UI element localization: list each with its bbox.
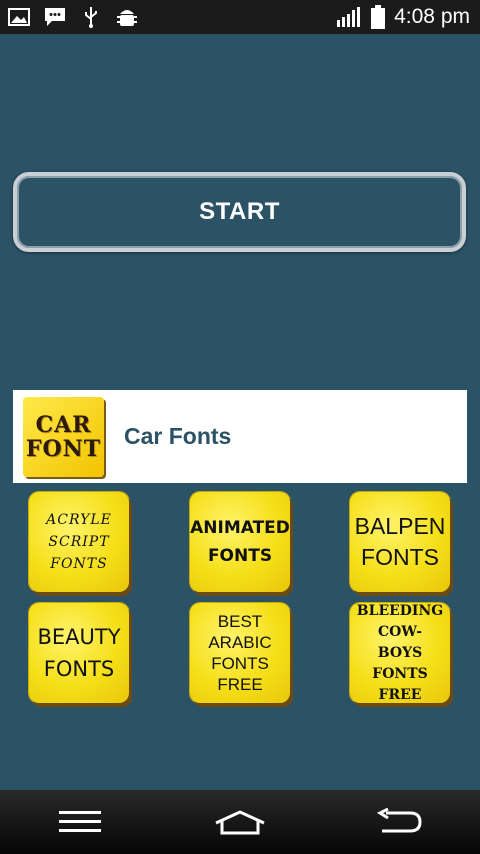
tile-face: BLEEDING COW-BOYS FONTS FREE xyxy=(350,603,450,703)
featured-app-title: Car Fonts xyxy=(124,423,232,449)
status-notifications xyxy=(8,7,138,28)
usb-icon xyxy=(80,7,102,28)
tile-face: ANIMATED FONTS xyxy=(190,492,290,592)
navigation-bar xyxy=(0,790,480,854)
tile-face: BALPEN FONTS xyxy=(350,492,450,592)
tile-balpen-fonts[interactable]: BALPEN FONTS xyxy=(350,492,450,592)
tile-label: BEST ARABIC FONTS FREE xyxy=(208,612,272,694)
back-icon xyxy=(376,808,422,833)
tile-best-arabic-fonts-free[interactable]: BEST ARABIC FONTS FREE xyxy=(190,603,290,703)
app-icon-line-1: CAR xyxy=(35,411,92,438)
message-icon xyxy=(44,7,66,27)
start-button-label: START xyxy=(199,198,280,225)
tile-bleeding-cow-boys-fonts-free[interactable]: BLEEDING COW-BOYS FONTS FREE xyxy=(350,603,450,703)
tile-label: BLEEDING COW-BOYS FONTS FREE xyxy=(356,602,444,703)
home-button[interactable] xyxy=(200,797,280,847)
gallery-icon xyxy=(8,7,30,27)
tile-label: BALPEN FONTS xyxy=(354,513,446,570)
signal-icon xyxy=(336,7,362,27)
status-system: 4:08 pm xyxy=(336,5,470,29)
battery-icon xyxy=(370,5,386,29)
android-debug-icon xyxy=(116,7,138,27)
status-time: 4:08 pm xyxy=(394,5,470,28)
tile-label: ACRYLE SCRIPT FONTS xyxy=(46,512,112,572)
tile-animated-fonts[interactable]: ANIMATED FONTS xyxy=(190,492,290,592)
tile-face: BEAUTY FONTS xyxy=(29,603,129,703)
tile-face: BEST ARABIC FONTS FREE xyxy=(190,603,290,703)
tile-label: BEAUTY FONTS xyxy=(37,625,121,681)
tile-acryle-script-fonts[interactable]: ACRYLE SCRIPT FONTS xyxy=(29,492,129,592)
home-icon xyxy=(215,810,265,835)
app-icon-line-2: FONT xyxy=(25,435,102,462)
menu-icon xyxy=(59,811,101,832)
tile-label: ANIMATED FONTS xyxy=(190,518,290,566)
start-button[interactable]: START xyxy=(13,172,466,252)
menu-button[interactable] xyxy=(40,797,120,847)
tile-face: ACRYLE SCRIPT FONTS xyxy=(29,492,129,592)
back-button[interactable] xyxy=(360,797,440,847)
featured-app-card[interactable]: CAR FONT Car Fonts xyxy=(13,390,467,483)
tile-beauty-fonts[interactable]: BEAUTY FONTS xyxy=(29,603,129,703)
status-bar: 4:08 pm xyxy=(0,0,480,34)
car-fonts-icon: CAR FONT xyxy=(23,396,104,477)
